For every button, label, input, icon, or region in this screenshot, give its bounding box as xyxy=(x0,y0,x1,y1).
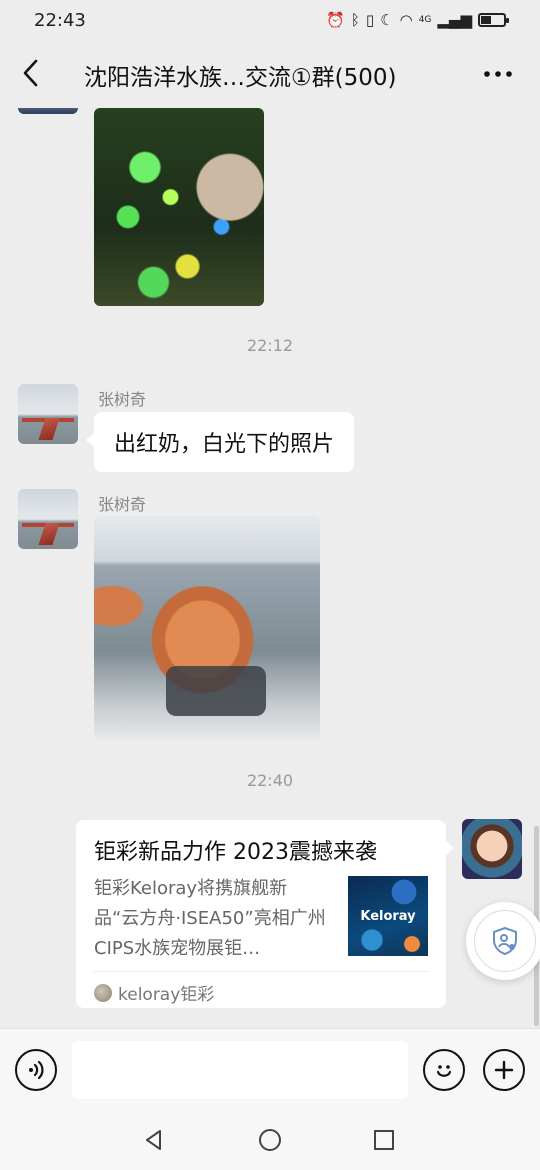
source-name: keloray钜彩 xyxy=(118,985,215,1005)
article-description: 钜彩Keloray将携旗舰新品“云方舟·ISEA50”亮相广州CIPS水族宠物展… xyxy=(94,878,326,959)
chat-input-bar xyxy=(0,1028,540,1110)
article-title: 钜彩新品力作 2023震撼来袭 xyxy=(94,840,377,865)
wifi-icon: ◠ xyxy=(399,11,413,29)
sender-name: 张树奇 xyxy=(98,390,147,409)
signal-icon: ▂▄▆ xyxy=(437,11,472,29)
nav-home-button[interactable] xyxy=(254,1124,286,1156)
vibrate-icon: ▯ xyxy=(365,11,375,29)
thumbnail-logo-text: Keloray xyxy=(360,908,416,924)
battery-icon xyxy=(478,13,509,27)
alarm-icon: ⏰ xyxy=(326,11,345,29)
circle-home-icon xyxy=(259,1129,281,1151)
add-button[interactable] xyxy=(483,1049,525,1091)
image-message[interactable] xyxy=(94,516,320,741)
shield-person-icon xyxy=(493,926,517,956)
status-bar: 22:43 ⏰ ᛒ ▯ ☾ ◠ 4G ▂▄▆ xyxy=(0,0,540,40)
bluetooth-icon: ᛒ xyxy=(350,11,360,29)
emoji-icon xyxy=(436,1065,452,1077)
article-source: keloray钜彩 xyxy=(94,980,214,1005)
back-arrow-icon xyxy=(23,59,38,87)
back-button[interactable] xyxy=(14,56,48,90)
float-button-ring xyxy=(474,910,536,972)
dnd-moon-icon: ☾ xyxy=(380,11,394,29)
message-timestamp: 22:40 xyxy=(246,771,294,790)
voice-button[interactable] xyxy=(15,1049,57,1091)
voice-icon xyxy=(29,1060,44,1080)
source-logo-icon xyxy=(94,983,112,1002)
status-time: 22:43 xyxy=(34,9,86,31)
avatar[interactable] xyxy=(18,384,78,444)
add-icon xyxy=(494,1060,514,1080)
system-nav-bar xyxy=(0,1110,540,1170)
text-message-bubble[interactable]: 出红奶，白光下的照片 xyxy=(85,412,355,472)
shared-article-card[interactable]: 钜彩新品力作 2023震撼来袭 钜彩Keloray将携旗舰新品“云方舟·ISEA… xyxy=(76,820,454,1008)
divider xyxy=(94,971,428,972)
triangle-back-icon xyxy=(146,1130,161,1150)
chat-title: 沈阳浩洋水族…交流①群(500) xyxy=(84,65,397,91)
nav-recent-button[interactable] xyxy=(368,1124,400,1156)
sender-name: 张树奇 xyxy=(98,495,147,514)
chat-message-list[interactable]: 22:12 张树奇 出红奶，白光下的照片 张树奇 22:40 钜彩新品力作 20… xyxy=(0,108,540,1028)
avatar[interactable] xyxy=(18,489,78,549)
nav-back-button[interactable] xyxy=(138,1124,170,1156)
avatar-self[interactable] xyxy=(462,819,522,879)
message-input[interactable] xyxy=(72,1041,408,1099)
more-dots-icon xyxy=(484,71,512,77)
image-message[interactable] xyxy=(94,108,264,306)
article-thumbnail: Keloray xyxy=(348,876,428,956)
avatar[interactable] xyxy=(18,108,78,114)
square-recent-icon xyxy=(374,1130,394,1150)
network-type-label: 4G xyxy=(418,15,432,25)
message-timestamp: 22:12 xyxy=(246,336,294,355)
chat-header: 沈阳浩洋水族…交流①群(500) xyxy=(0,40,540,108)
emoji-button[interactable] xyxy=(423,1049,465,1091)
more-button[interactable] xyxy=(482,58,514,90)
floating-accessibility-button[interactable] xyxy=(466,902,540,980)
status-icons: ⏰ ᛒ ▯ ☾ ◠ 4G ▂▄▆ xyxy=(326,11,509,29)
